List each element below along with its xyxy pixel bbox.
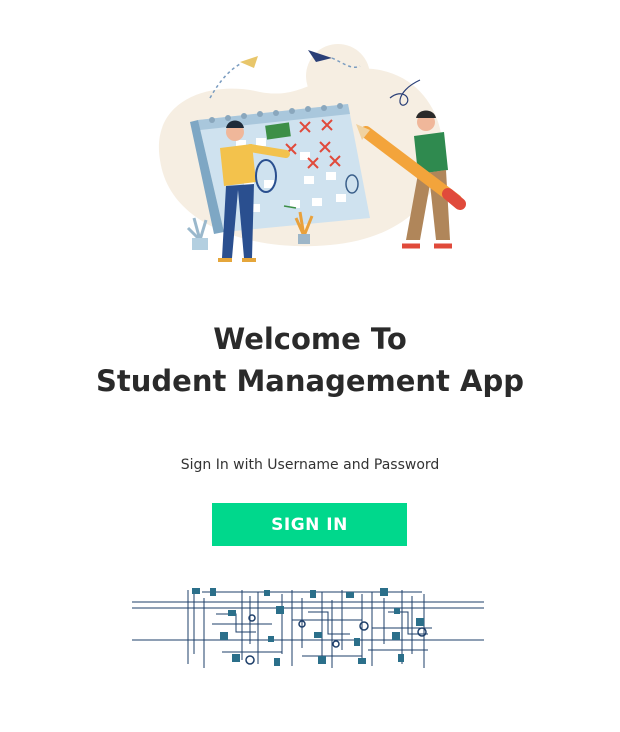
circuit-illustration xyxy=(132,588,484,668)
sign-in-button[interactable]: SIGN IN xyxy=(212,503,407,546)
signin-instruction: Sign In with Username and Password xyxy=(180,457,440,473)
welcome-heading: Welcome To Student Management App xyxy=(0,318,620,402)
welcome-heading-line2: Student Management App xyxy=(96,364,524,398)
welcome-heading-line1: Welcome To xyxy=(213,322,407,356)
calendar-illustration xyxy=(158,44,466,262)
